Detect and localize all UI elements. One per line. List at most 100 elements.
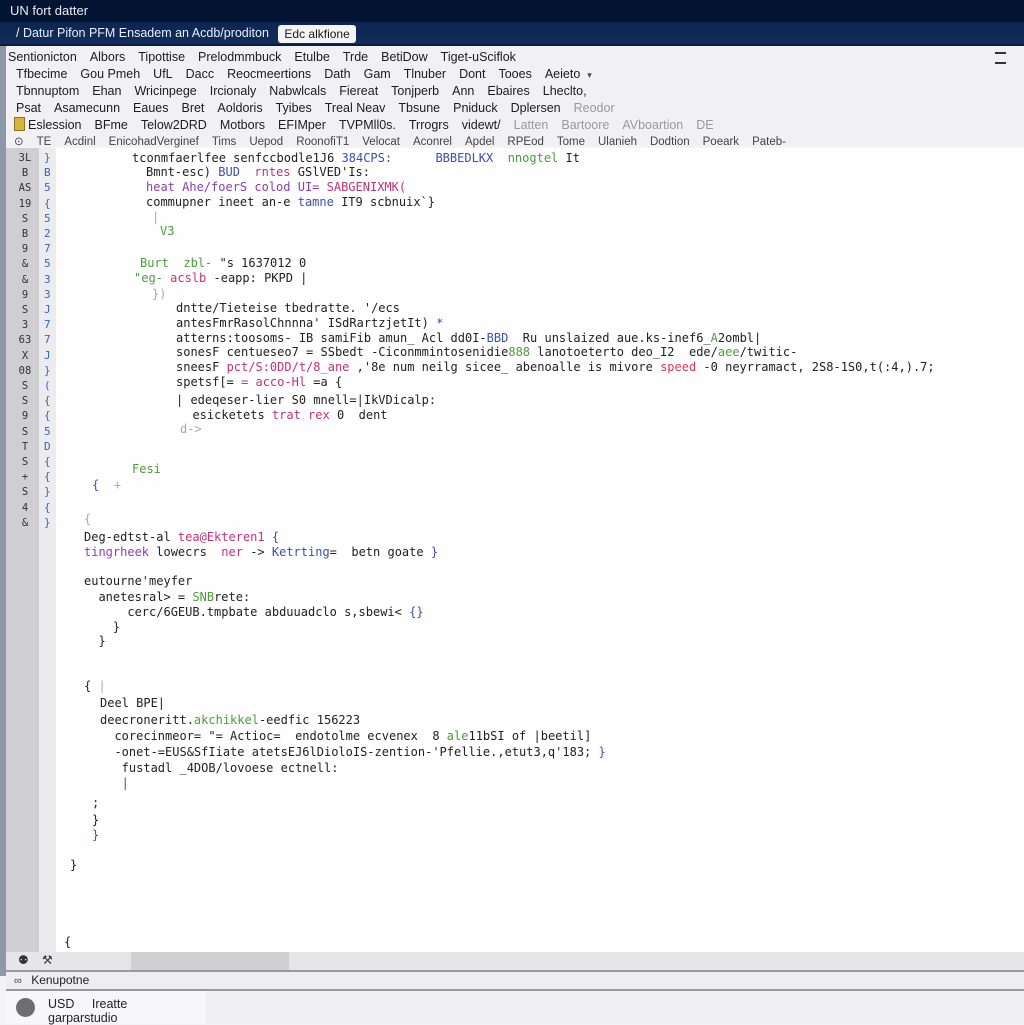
menu-item[interactable]: Tooes [498,67,531,81]
menu-item[interactable]: Motbors [220,118,265,132]
target-icon[interactable]: ⊙ [14,136,24,148]
code-line[interactable]: Fesi [132,462,161,476]
menu-item[interactable]: Eaues [133,101,168,115]
menu-item[interactable]: Albors [90,50,125,64]
code-line[interactable]: Burt zbl- "s 1637012 0 [140,256,306,270]
menu-item[interactable]: videwt/ [462,118,501,132]
fold-marker-icon[interactable]: J [44,303,51,316]
tab-item[interactable]: Tims [212,136,236,148]
fold-marker-icon[interactable]: } [44,485,51,498]
menu-item[interactable]: Ebaires [487,84,529,98]
fold-marker-icon[interactable]: 5 [44,212,51,225]
menu-item[interactable]: Nabwlcals [269,84,326,98]
menu-item[interactable]: Tipottise [138,50,185,64]
menu-item[interactable]: Tiget-uSciflok [441,50,516,64]
menu-item[interactable]: Prelodmmbuck [198,50,281,64]
code-line[interactable]: | edeqeser-lier S0 mnell=|IkVDicalp: [176,393,436,407]
menu-item[interactable]: Telow2DRD [141,118,207,132]
status-item-studio[interactable]: garparstudio [48,1011,118,1025]
code-line[interactable]: | [100,776,129,790]
horizontal-scrollbar[interactable]: ⚉ ⚒ [6,952,1024,972]
fold-marker-icon[interactable]: { [44,394,51,407]
tab-item[interactable]: RoonofiT1 [296,136,349,148]
code-line[interactable]: Deel BPE| [100,696,165,710]
tab-item[interactable]: Apdel [465,136,494,148]
tab-item[interactable]: TE [37,136,52,148]
code-line[interactable]: } [84,620,120,634]
fold-marker-icon[interactable]: 3 [44,288,51,301]
code-line[interactable]: fustadl _4DOB/lovoese ectnell: [100,761,339,775]
menu-item[interactable]: TVPMll0s. [339,118,396,132]
menu-item[interactable]: Tyibes [276,101,312,115]
menu-item[interactable]: Trde [343,50,368,64]
fold-marker-icon[interactable]: { [44,409,51,422]
fold-marker-icon[interactable]: { [44,470,51,483]
code-editor[interactable]: tconmfaerlfee senfccbodle1J6 384CPS: BBB… [56,148,1024,952]
menu-item[interactable]: Dacc [186,67,214,81]
fold-marker-icon[interactable]: B [44,166,51,179]
code-line[interactable]: dntte/Tieteise tbedratte. '/ecs [176,301,400,315]
menu-item[interactable]: Gam [364,67,391,81]
code-line[interactable]: spetsf[= = acco-Hl =a { [176,375,342,389]
code-line[interactable]: antesFmrRasolChnnna' ISdRartzjetIt) * [176,316,443,330]
chevron-down-icon[interactable]: ▾ [587,70,592,80]
menu-item[interactable]: Reocmeertions [227,67,311,81]
code-line[interactable]: Bmnt-esc) BUD rntes GSlVED'Is: [146,165,370,179]
menu-item[interactable]: Eslession [28,118,82,132]
code-line[interactable]: eutourne'meyfer [84,574,192,588]
status-item-create[interactable]: Ireatte [92,997,127,1011]
fold-marker-icon[interactable]: 2 [44,227,51,240]
menu-item[interactable]: UfL [153,67,172,81]
code-line[interactable]: } [92,813,99,827]
menu-item[interactable]: Aeieto [545,67,580,81]
menu-item[interactable]: Psat [16,101,41,115]
tab-item[interactable]: EnicohadVerginef [109,136,199,148]
menu-item[interactable]: Ann [452,84,474,98]
code-line[interactable]: } [92,828,99,842]
fold-marker-icon[interactable]: } [44,364,51,377]
bottom-panel-header[interactable]: ∞ Kenupotne [6,972,1024,991]
tab-item[interactable]: Dodtion [650,136,690,148]
menu-item[interactable]: Gou Pmeh [80,67,140,81]
menu-item[interactable]: Wricinpege [134,84,196,98]
path-chip-button[interactable]: Edc alkfione [278,24,356,43]
menu-item[interactable]: Asamecunn [54,101,120,115]
status-item-currency[interactable]: USD [48,997,74,1011]
tab-item[interactable]: Pateb- [752,136,786,148]
fold-marker-icon[interactable]: ( [44,379,51,392]
menu-item[interactable]: Dont [459,67,485,81]
code-line[interactable]: { | [84,679,106,693]
menu-item[interactable]: EFIMper [278,118,326,132]
tab-item[interactable]: Aconrel [413,136,452,148]
code-line[interactable]: tconmfaerlfee senfccbodle1J6 384CPS: BBB… [132,151,580,165]
fold-marker-icon[interactable]: J [44,349,51,362]
tab-item[interactable]: Tome [557,136,585,148]
menu-item[interactable]: Tonjperb [391,84,439,98]
fold-marker-icon[interactable]: } [44,516,51,529]
menu-item[interactable]: BetiDow [381,50,428,64]
tools-icon[interactable]: ⚒ [42,953,53,967]
code-line[interactable]: commupner ineet an-e tamne IT9 scbnuix`} [146,195,435,209]
fold-marker-icon[interactable]: { [44,501,51,514]
fold-marker-icon[interactable]: 7 [44,333,51,346]
code-line[interactable]: { [84,512,91,526]
fold-marker-icon[interactable]: 5 [44,257,51,270]
menu-item[interactable]: Aoldoris [217,101,262,115]
code-line[interactable]: cerc/6GEUB.tmpbate abduuadclo s,sbewi< {… [84,605,423,619]
menu-item[interactable]: Ehan [92,84,121,98]
code-line[interactable]: sneesF pct/S:0DD/t/8_ane ,'8e num neilg … [176,360,935,374]
menu-item[interactable]: Dplersen [511,101,561,115]
menu-item[interactable]: Tbnnuptom [16,84,79,98]
globe-icon[interactable] [16,998,35,1017]
menu-item[interactable]: Dath [324,67,350,81]
fold-marker-icon[interactable]: 7 [44,242,51,255]
menu-item[interactable]: Fiereat [339,84,378,98]
code-line[interactable]: esicketets trat rex 0 dent [178,408,387,422]
code-line[interactable]: deecroneritt.akchikkel-eedfic 156223 [100,713,360,727]
fold-marker-icon[interactable]: 5 [44,425,51,438]
fold-marker-icon[interactable]: 7 [44,318,51,331]
code-line[interactable]: ; [92,796,99,810]
menu-item[interactable]: Tbsune [398,101,440,115]
tab-item[interactable]: Poeark [703,136,739,148]
tab-item[interactable]: Ulanieh [598,136,637,148]
